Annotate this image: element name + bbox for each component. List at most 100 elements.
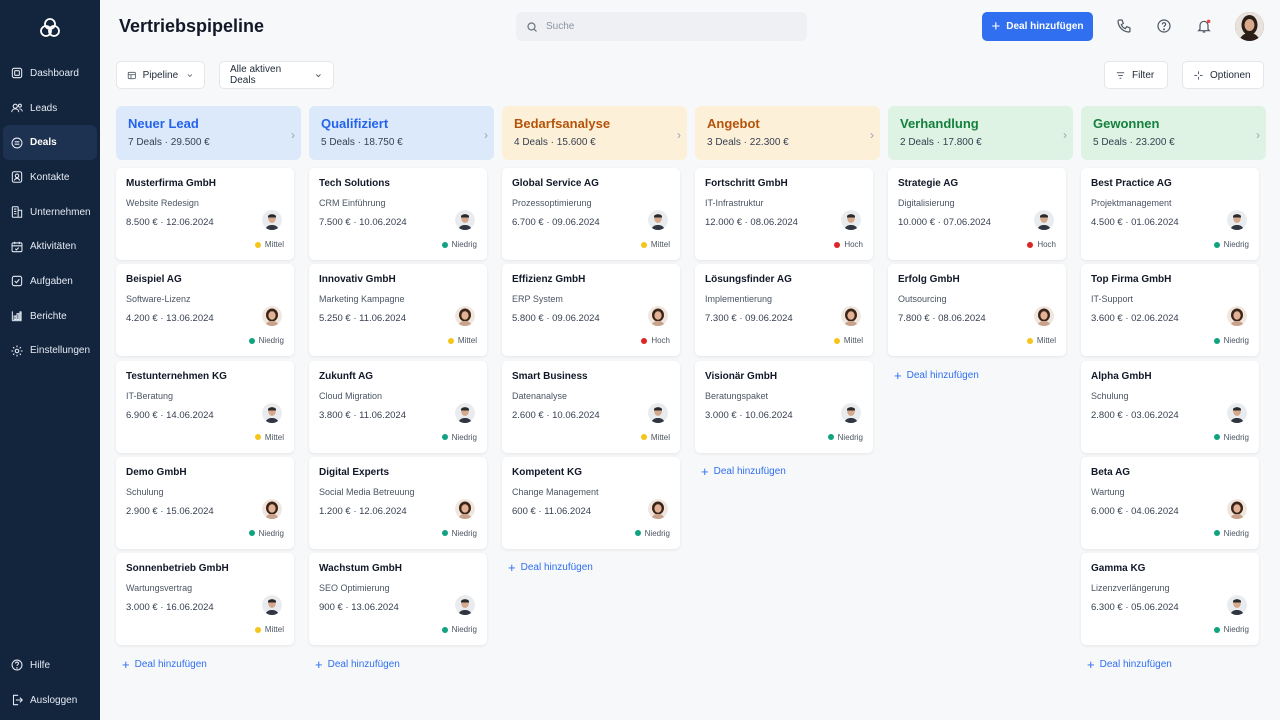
deal-company: Effizienz GmbH bbox=[512, 274, 586, 286]
column-header[interactable]: Bedarfsanalyse 4 Deals · 15.600 € › bbox=[502, 106, 687, 160]
deal-card[interactable]: Fortschritt GmbH IT-Infrastruktur 12.000 €… bbox=[695, 168, 873, 260]
column-header[interactable]: Qualifiziert 5 Deals · 18.750 € › bbox=[309, 106, 494, 160]
deal-value-date: 5.800 € · 09.06.2024 bbox=[512, 313, 600, 325]
column-summary: 5 Deals · 23.200 € bbox=[1093, 137, 1175, 148]
sidebar-item-label: Aktivitäten bbox=[30, 241, 77, 253]
deal-card[interactable]: Visionär GmbH Beratungspaket 3.000 € · 10.… bbox=[695, 360, 873, 453]
logo-icon[interactable] bbox=[38, 16, 62, 40]
deal-product: Schulung bbox=[126, 486, 164, 497]
deal-card[interactable]: Top Firma GmbH IT-Support 3.600 € · 02.06.… bbox=[1081, 264, 1259, 357]
deal-product: Digitalisierung bbox=[898, 198, 955, 208]
deal-value-date: 6.900 € · 14.06.2024 bbox=[126, 409, 214, 421]
priority-dot-icon bbox=[1027, 241, 1034, 248]
deal-company: Digital Experts bbox=[319, 466, 390, 478]
priority-dot-icon bbox=[640, 434, 647, 441]
deal-product: ERP System bbox=[512, 294, 563, 305]
priority-label: Mittel bbox=[264, 432, 284, 442]
deal-card[interactable]: Digital Experts Social Media Betreuung 1.2… bbox=[309, 456, 487, 549]
avatar bbox=[648, 498, 668, 519]
deal-card[interactable]: Wachstum GmbH SEO Optimierung 900 € · 13.0… bbox=[309, 553, 487, 646]
deal-card[interactable]: Lösungsfinder AG Implementierung 7.300 € ·… bbox=[695, 264, 873, 357]
deal-card[interactable]: Best Practice AG Projektmanagement 4.500 €… bbox=[1081, 168, 1259, 260]
avatar bbox=[1034, 210, 1054, 230]
add-deal-link[interactable]: + Deal hinzufügen bbox=[1087, 657, 1172, 672]
sidebar-item-aktivitäten[interactable]: Aktivitäten bbox=[0, 229, 100, 264]
sidebar-item-kontakte[interactable]: Kontakte bbox=[0, 160, 100, 195]
deal-card[interactable]: Musterfirma GmbH Website Redesign 8.500 € … bbox=[116, 168, 294, 260]
column-header[interactable]: Gewonnen 5 Deals · 23.200 € › bbox=[1081, 106, 1266, 160]
priority-badge: Hoch bbox=[1027, 240, 1056, 249]
deal-card[interactable]: Beispiel AG Software-Lizenz 4.200 € · 13.0… bbox=[116, 264, 294, 357]
bell-icon[interactable] bbox=[1196, 18, 1212, 34]
deal-product: IT-Infrastruktur bbox=[705, 198, 764, 208]
deal-company: Sonnenbetrieb GmbH bbox=[126, 563, 229, 575]
deal-company: Wachstum GmbH bbox=[319, 563, 402, 575]
sidebar-item-leads[interactable]: Leads bbox=[0, 91, 100, 126]
column-summary: 2 Deals · 17.800 € bbox=[900, 137, 982, 148]
add-deal-link[interactable]: + Deal hinzufügen bbox=[122, 657, 207, 672]
add-deal-button[interactable]: + Deal hinzufügen bbox=[982, 12, 1093, 41]
priority-dot-icon bbox=[254, 241, 261, 248]
deal-card[interactable]: Smart Business Datenanalyse 2.600 € · 10.0… bbox=[502, 360, 680, 453]
deal-card[interactable]: Kompetent KG Change Management 600 € · 11.… bbox=[502, 456, 680, 549]
page-title: Vertriebspipeline bbox=[119, 16, 265, 36]
column-header[interactable]: Neuer Lead 7 Deals · 29.500 € › bbox=[116, 106, 301, 160]
phone-icon[interactable] bbox=[1116, 18, 1132, 34]
deal-product: Wartungsvertrag bbox=[126, 583, 193, 594]
add-deal-link[interactable]: + Deal hinzufügen bbox=[701, 464, 786, 479]
column-header[interactable]: Verhandlung 2 Deals · 17.800 € › bbox=[888, 106, 1073, 160]
deal-value-date: 7.800 € · 08.06.2024 bbox=[898, 313, 986, 325]
deal-card[interactable]: Sonnenbetrieb GmbH Wartungsvertrag 3.000 €… bbox=[116, 553, 294, 646]
sidebar-item-berichte[interactable]: Berichte bbox=[0, 299, 100, 334]
deal-value-date: 5.250 € · 11.06.2024 bbox=[319, 313, 406, 325]
options-button[interactable]: Optionen bbox=[1182, 61, 1264, 89]
column-title: Angebot bbox=[707, 116, 760, 131]
sidebar-item-aufgaben[interactable]: Aufgaben bbox=[0, 264, 100, 299]
priority-badge: Hoch bbox=[641, 336, 670, 345]
sidebar-item-unternehmen[interactable]: Unternehmen bbox=[0, 195, 100, 230]
deal-card[interactable]: Testunternehmen KG IT-Beratung 6.900 € · 1… bbox=[116, 360, 294, 453]
deal-card[interactable]: Effizienz GmbH ERP System 5.800 € · 09.06.… bbox=[502, 264, 680, 357]
sidebar-item-dashboard[interactable]: Dashboard bbox=[0, 56, 100, 91]
main-area: Vertriebspipeline Suche + Deal hinzufüge… bbox=[100, 0, 1280, 720]
sidebar-item-deals[interactable]: Deals bbox=[3, 125, 97, 161]
add-deal-link[interactable]: + Deal hinzufügen bbox=[315, 657, 400, 672]
sidebar-item-ausloggen[interactable]: Ausloggen bbox=[0, 683, 100, 718]
priority-badge: Mittel bbox=[833, 336, 863, 345]
deal-card[interactable]: Global Service AG Prozessoptimierung 6.700… bbox=[502, 168, 680, 260]
column-title: Bedarfsanalyse bbox=[514, 116, 611, 131]
search-input[interactable]: Suche bbox=[516, 12, 807, 41]
add-deal-link[interactable]: + Deal hinzufügen bbox=[894, 368, 979, 383]
column-summary: 7 Deals · 29.500 € bbox=[128, 137, 210, 148]
priority-dot-icon bbox=[441, 530, 448, 537]
deal-filter-select[interactable]: Alle aktiven Deals bbox=[219, 61, 334, 89]
deal-card[interactable]: Gamma KG Lizenzverlängerung 6.300 € · 05.0… bbox=[1081, 553, 1259, 646]
deal-card[interactable]: Tech Solutions CRM Einführung 7.500 € · 10… bbox=[309, 168, 487, 260]
deal-card[interactable]: Zukunft AG Cloud Migration 3.800 € · 11.06… bbox=[309, 360, 487, 453]
priority-dot-icon bbox=[1213, 530, 1220, 537]
priority-label: Niedrig bbox=[1223, 336, 1249, 346]
search-placeholder: Suche bbox=[546, 21, 575, 32]
sidebar-item-einstellungen[interactable]: Einstellungen bbox=[0, 334, 100, 369]
help-icon[interactable] bbox=[1156, 18, 1172, 34]
deal-card[interactable]: Strategie AG Digitalisierung 10.000 € · 07… bbox=[888, 168, 1066, 260]
deal-card[interactable]: Beta AG Wartung 6.000 € · 04.06.2024 Niedri… bbox=[1081, 456, 1259, 549]
priority-dot-icon bbox=[1213, 434, 1220, 441]
filter-button[interactable]: Filter bbox=[1104, 61, 1168, 89]
add-deal-link[interactable]: + Deal hinzufügen bbox=[508, 560, 593, 575]
deal-card[interactable]: Innovativ GmbH Marketing Kampagne 5.250 € … bbox=[309, 264, 487, 357]
deal-value-date: 6.300 € · 05.06.2024 bbox=[1091, 602, 1179, 614]
user-avatar[interactable] bbox=[1235, 12, 1264, 41]
avatar bbox=[455, 210, 475, 230]
deal-value-date: 10.000 € · 07.06.2024 bbox=[898, 217, 991, 228]
deal-card[interactable]: Demo GmbH Schulung 2.900 € · 15.06.2024 Nie… bbox=[116, 456, 294, 549]
deal-company: Zukunft AG bbox=[319, 370, 374, 382]
avatar bbox=[648, 402, 668, 423]
sidebar-item-hilfe[interactable]: Hilfe bbox=[0, 648, 100, 683]
deal-card[interactable]: Alpha GmbH Schulung 2.800 € · 03.06.2024 Ni… bbox=[1081, 360, 1259, 453]
view-select[interactable]: Pipeline bbox=[116, 61, 205, 89]
deal-value-date: 3.800 € · 11.06.2024 bbox=[319, 409, 406, 421]
priority-label: Niedrig bbox=[1223, 240, 1249, 249]
column-header[interactable]: Angebot 3 Deals · 22.300 € › bbox=[695, 106, 880, 160]
deal-card[interactable]: Erfolg GmbH Outsourcing 7.800 € · 08.06.20… bbox=[888, 264, 1066, 357]
